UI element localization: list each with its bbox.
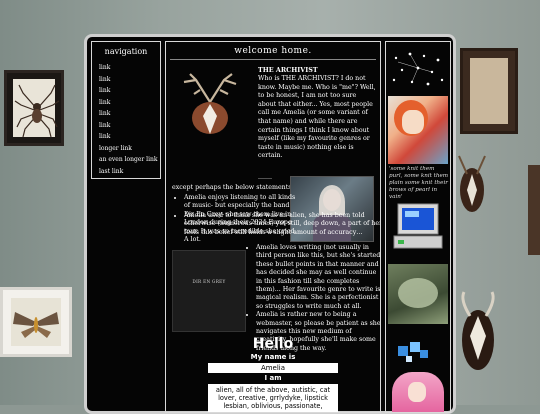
concert-photo: DIR EN GREY	[172, 250, 246, 332]
iam-value: alien, all of the above, autistic, cat l…	[208, 384, 338, 412]
navigation-list: link link link link link link link longe…	[99, 62, 160, 177]
name-value: Amelia	[208, 363, 338, 373]
navigation-title: navigation	[104, 47, 148, 56]
bio-ellipsis: .......	[258, 174, 273, 181]
hello-title: Hello	[252, 336, 294, 352]
skull-mount-icon	[461, 291, 495, 370]
iam-label: I am	[264, 374, 282, 382]
antler-skull-mount-icon	[458, 155, 486, 212]
bio-text: Who is THE ARCHIVIST? I do not know. May…	[258, 75, 376, 160]
pixel-butterfly-icon	[398, 342, 428, 362]
framed-moth-picture	[0, 287, 72, 357]
nav-link-even-longer[interactable]: an even longer link	[99, 154, 160, 166]
spider-icon	[14, 84, 60, 138]
sidebar-quote: 'some knit them purl, some knit them pla…	[389, 166, 449, 200]
main-content: welcome home. THE ARCHIVIST Who is THE A…	[165, 41, 381, 413]
framed-spider-picture	[4, 70, 64, 146]
nav-link-3[interactable]: link	[99, 85, 160, 97]
computer-icon	[393, 203, 443, 249]
list-item: Amelia loves writing (not usually in thi…	[256, 244, 380, 311]
navigation-sidebar: navigation link link link link link link…	[91, 41, 161, 179]
nav-link-5[interactable]: link	[99, 108, 160, 120]
name-label: My name is	[250, 353, 296, 361]
website-panel: navigation link link link link link link…	[84, 34, 456, 414]
nav-link-longer[interactable]: longer link	[99, 143, 160, 155]
list-item: Amelia used to think she was an alien, s…	[184, 212, 380, 237]
sparkle-stars-icon	[392, 52, 444, 86]
framed-bird-picture	[460, 48, 518, 134]
concert-photo-caption: DIR EN GREY	[192, 279, 226, 284]
nav-link-2[interactable]: link	[99, 74, 160, 86]
nav-link-7[interactable]: link	[99, 131, 160, 143]
nav-link-1[interactable]: link	[99, 62, 160, 74]
hello-card: Hello My name is Amelia I am alien, all …	[166, 336, 380, 412]
anime-pink-hair-image	[392, 372, 444, 412]
anime-girl-image	[388, 96, 448, 164]
statement-list-2: Amelia used to think she was an alien, s…	[172, 212, 380, 237]
nav-link-last[interactable]: last link	[99, 166, 160, 178]
nav-link-6[interactable]: link	[99, 120, 160, 132]
mushroom-photo	[388, 264, 448, 324]
moth-icon	[13, 312, 59, 338]
page-title: welcome home.	[170, 42, 376, 60]
right-sidebar: 'some knit them purl, some knit them pla…	[385, 41, 451, 413]
nav-link-4[interactable]: link	[99, 97, 160, 109]
wall-frame-edge	[528, 165, 540, 255]
deer-skull-icon	[183, 73, 237, 134]
bio-heading: THE ARCHIVIST	[258, 66, 318, 74]
statements-intro: except perhaps the below statements?	[172, 184, 295, 191]
